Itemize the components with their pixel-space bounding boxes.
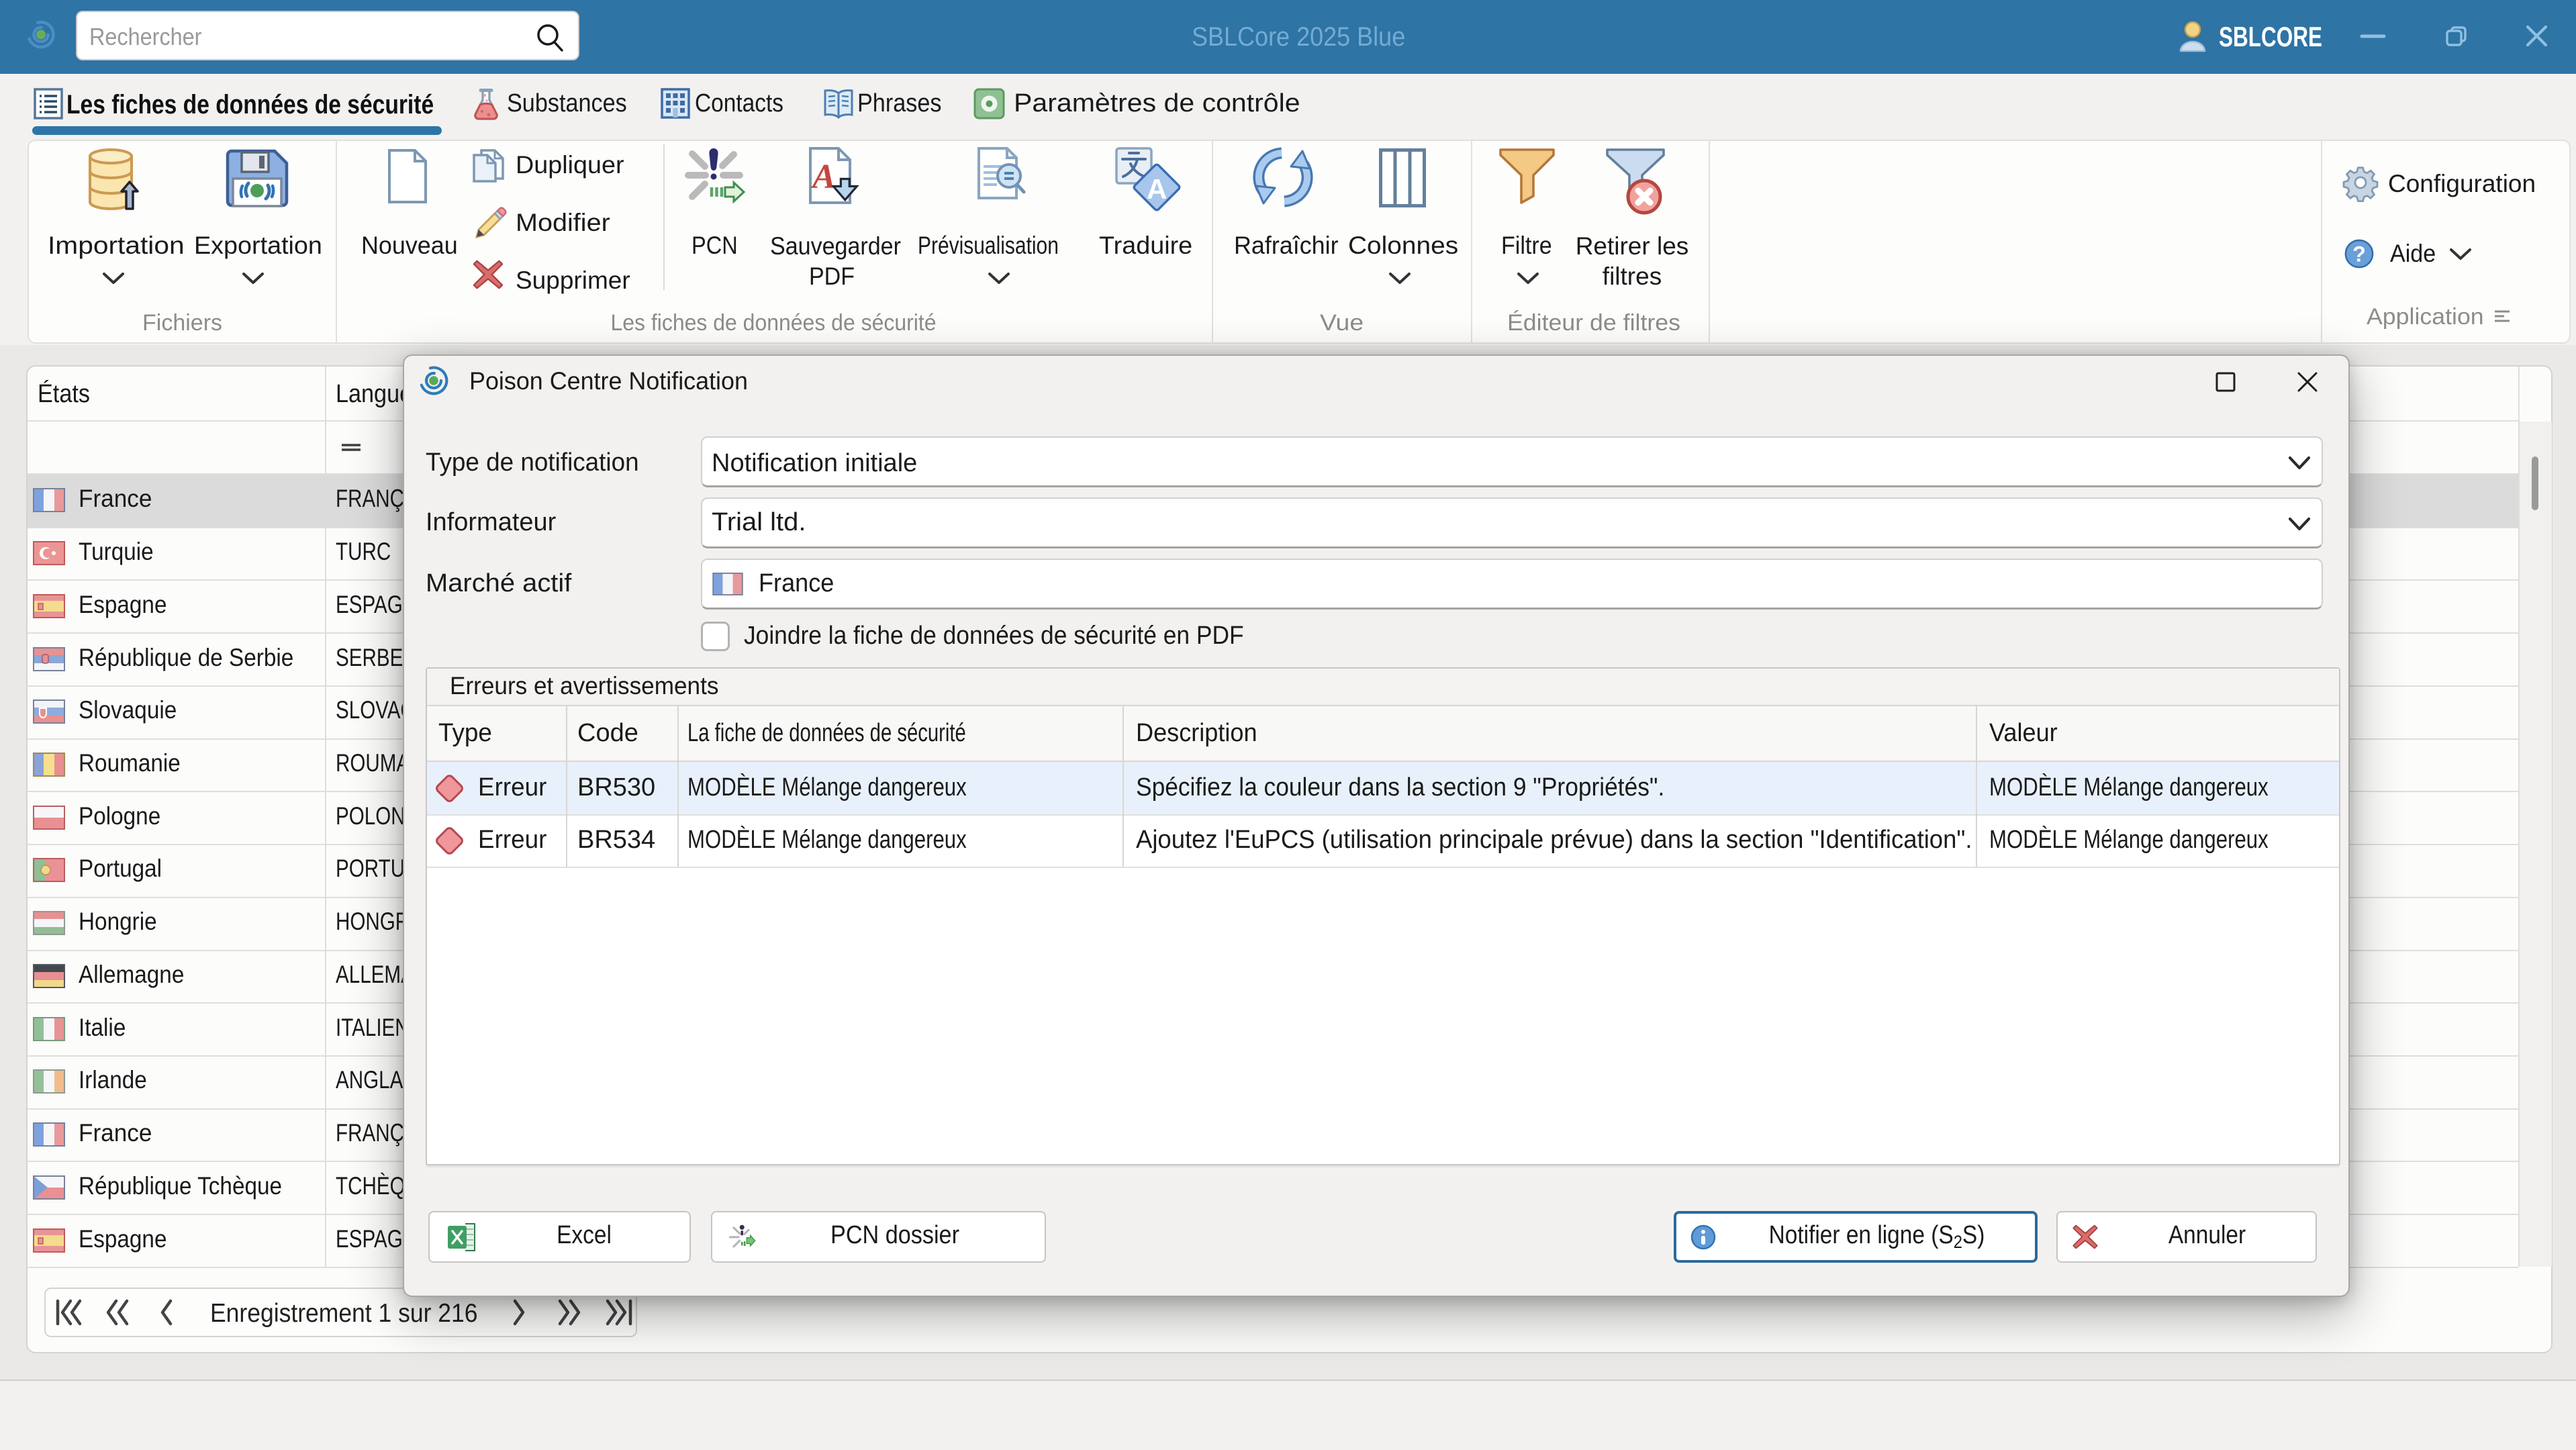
svg-text:A: A [1147, 173, 1167, 205]
svg-text:?: ? [2352, 242, 2366, 267]
svg-text:A: A [810, 158, 836, 196]
